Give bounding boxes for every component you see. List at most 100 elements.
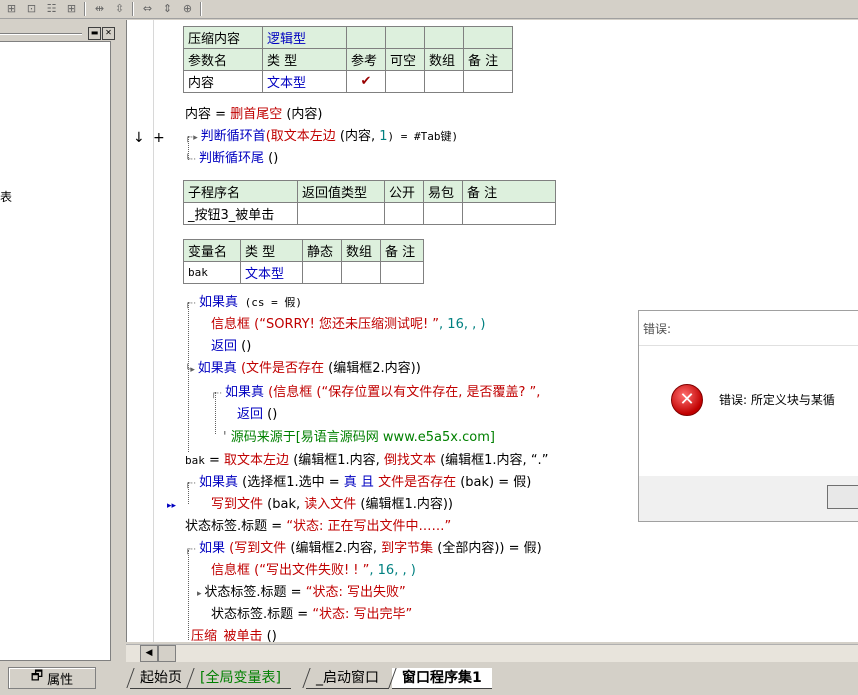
code-line[interactable]: ┌·· 如果 (写到文件 (编辑框2.内容, 到字节集 (全部内容)) = 假) [185,540,542,559]
param-table-cell[interactable] [424,70,464,93]
minimize-icon[interactable]: ▬ [88,27,101,40]
check-icon[interactable]: ✔ [346,70,386,93]
down-arrow-icon[interactable]: ↓ [133,130,145,147]
code-var: 状态标签.标题 [185,519,268,534]
code-line[interactable]: ┌·· 如果真 (信息框 (“保存位置以有文件存在, 是否覆盖? ”, [211,384,540,403]
code-line[interactable]: 状态标签.标题 = “状态: 正在写出文件中……” [185,518,451,535]
param-table-cell[interactable] [463,26,513,49]
variable-table-cell[interactable]: bak [183,261,241,284]
scroll-left-icon[interactable]: ◀ [140,645,158,662]
code-func: (信息框 [264,385,313,400]
subroutine-table-cell[interactable] [297,202,385,225]
code-args: ) = #Tab键) [387,130,459,143]
error-dialog-footer [639,476,858,521]
variable-table-cell[interactable]: 文本型 [240,261,303,284]
code-args: (内容) [282,107,323,122]
variable-table: 变量名 类 型 静态 数组 备 注 bak 文本型 [183,239,424,284]
code-line[interactable]: 压缩_被单击 () [191,628,277,642]
code-line[interactable]: 信息框 (“SORRY! 您还未压缩测试呢! ”, 16, , ) [211,316,485,333]
align-height-icon[interactable]: ⇕ [160,1,175,16]
code-line[interactable]: └·· 判断循环尾 () [185,150,278,169]
error-dialog: 错误: ✕ 错误: 所定义块与某循 [638,310,858,522]
param-table-cell[interactable]: 压缩内容 [183,26,263,49]
param-table-cell[interactable] [385,70,425,93]
subroutine-table-cell[interactable] [384,202,424,225]
code-line[interactable]: 返回 () [237,406,277,423]
code-line[interactable]: bak = 取文本左边 (编辑框1.内容, 倒找文本 (编辑框1.内容, “.” [185,452,548,469]
code-func: 取文本左边 [224,453,290,468]
param-table-cell[interactable] [346,26,386,49]
variable-table-cell[interactable] [380,261,424,284]
code-string: (“写出文件失败! ! ” [250,563,370,578]
code-var: 内容 [185,107,212,122]
code-string: “状态: 写出完毕” [312,607,413,622]
code-line[interactable]: ┌·· 如果真 (选择框1.选中 = 真 且 文件是否存在 (bak) = 假) [185,474,531,493]
dist-rows-icon[interactable]: ⇳ [112,1,127,16]
properties-label: 属性 [47,672,74,688]
code-line[interactable]: 内容 = 删首尾空 (内容) [185,106,322,123]
current-line-marker-icon: ▸▸ [167,501,177,511]
table-row: 内容 文本型 ✔ [183,70,513,93]
code-args: (编辑框2.内容, [286,541,382,556]
code-comment[interactable]: ' 源码来源于[易语言源码网 www.e5a5x.com] [223,429,495,446]
titlebar-grip [0,33,82,35]
code-func: (写到文件 [225,541,287,556]
align-width-icon[interactable]: ⇔ [140,1,155,16]
code-line[interactable]: ┌·▸ 判断循环首(取文本左边 (内容, 1) = #Tab键) [185,128,458,147]
code-line[interactable]: 状态标签.标题 = “状态: 写出完毕” [211,606,412,623]
param-table-cell[interactable] [463,70,513,93]
dist-cols-icon[interactable]: ⇹ [92,1,107,16]
error-dialog-titlebar[interactable]: 错误: [639,311,858,346]
subroutine-table-header-cell: 备 注 [462,180,556,203]
subroutine-table-cell[interactable] [462,202,556,225]
code-args: (bak) = 假) [456,475,532,490]
properties-button[interactable]: 🗗 属性 [8,667,96,689]
table-col-icon[interactable]: ⊡ [24,1,39,16]
tab-start-page[interactable]: 起始页 [126,668,192,689]
code-args: , 16, , ) [439,317,486,332]
comment-text: 源码来源于[易语言源码网 www.e5a5x.com] [230,430,495,445]
code-keyword: 如果真 [225,385,265,400]
tab-global-vars[interactable]: [全局变量表] [186,668,291,689]
code-line[interactable]: └▸ 如果真 (文件是否存在 (编辑框2.内容)) [185,360,421,379]
merge-cells-icon[interactable]: ⊕ [180,1,195,16]
code-var: 状态标签.标题 [211,607,294,622]
subroutine-name-cell[interactable]: _按钮3_被单击 [183,202,298,225]
scroll-thumb[interactable] [158,645,176,662]
code-line[interactable]: ▸ 状态标签.标题 = “状态: 写出失败” [197,584,406,603]
variable-table-header-cell: 变量名 [183,239,241,262]
left-panel-content[interactable]: 表 [0,41,111,661]
subroutine-table-cell[interactable] [423,202,463,225]
code-func: 文件是否存在 [373,475,457,490]
param-table-header-row: 参数名 类 型 参考 可空 数组 备 注 [183,48,513,71]
code-args: () [237,339,252,354]
tab-window-program-set[interactable]: 窗口程序集1 [388,668,492,689]
code-keyword: 如果真 [199,475,239,490]
param-table-cell[interactable]: 内容 [183,70,263,93]
variable-table-cell[interactable] [302,261,342,284]
table-insert-icon[interactable]: ⊞ [4,1,19,16]
variable-table-cell[interactable] [341,261,381,284]
param-table-cell[interactable] [424,26,464,49]
code-line[interactable]: 信息框 (“写出文件失败! ! ”, 16, , ) [211,562,416,579]
expand-plus-icon[interactable]: + [153,130,165,147]
close-icon[interactable]: ✕ [102,27,115,40]
subroutine-table-header-cell: 子程序名 [183,180,298,203]
code-line[interactable]: ┌·· 如果真 (cs = 假) [185,294,302,313]
left-panel-stub-text: 表 [0,190,13,204]
param-table-cell[interactable]: 逻辑型 [262,26,347,49]
ok-button[interactable] [827,485,858,509]
table-toolbar: ⊞ ⊡ ☷ ⊞ ⇹ ⇳ ⇔ ⇕ ⊕ [0,0,858,19]
param-table-cell[interactable]: 文本型 [262,70,347,93]
horizontal-scrollbar[interactable]: ◀ [126,644,858,662]
param-table: 压缩内容 逻辑型 参数名 类 型 参考 可空 数组 备 注 内容 文本型 ✔ [183,26,513,93]
tab-startup-window[interactable]: _启动窗口 [302,668,389,689]
code-line[interactable]: 返回 () [211,338,251,355]
param-table-cell[interactable] [385,26,425,49]
table-row-icon[interactable]: ☷ [44,1,59,16]
table-split-icon[interactable]: ⊞ [64,1,79,16]
code-var: bak [185,454,205,467]
subroutine-table-header-cell: 易包 [423,180,463,203]
code-line[interactable]: 写到文件 (bak, 读入文件 (编辑框1.内容)) [211,496,453,513]
tab-label: [全局变量表] [200,670,281,686]
